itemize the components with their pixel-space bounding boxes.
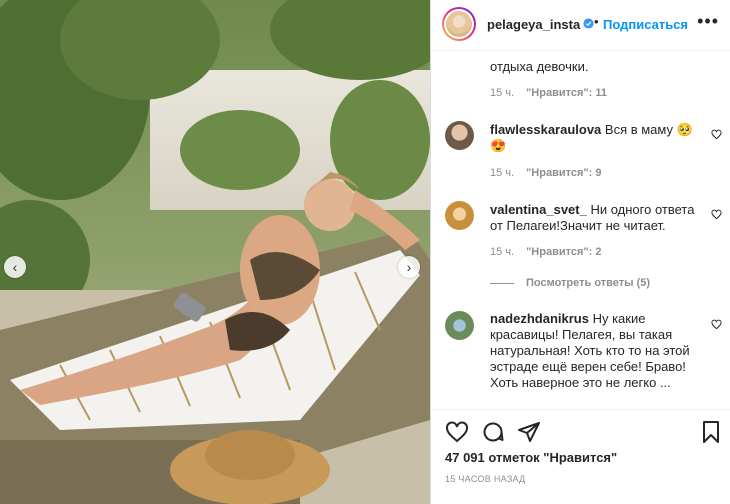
comment-meta: 15 ч. "Нравится": 2 <box>490 246 602 258</box>
post-actions <box>431 409 730 450</box>
beach-lounger-photo <box>0 0 430 504</box>
heart-icon[interactable] <box>711 319 722 330</box>
post-sidebar: pelageya_insta • Подписаться ••• отдыха … <box>430 0 730 504</box>
bookmark-icon[interactable] <box>699 420 723 444</box>
author-avatar[interactable] <box>442 7 476 41</box>
comments-list[interactable]: отдыха девочки. 15 ч. "Нравится": 11 flaw… <box>431 51 730 409</box>
commenter-avatar[interactable] <box>445 311 474 340</box>
heart-icon[interactable] <box>711 129 722 140</box>
view-replies-button[interactable]: Посмотреть ответы (5) <box>490 277 650 289</box>
avatar-image <box>446 11 472 37</box>
comment-text: отдыха девочки. <box>490 59 589 74</box>
commenter-username[interactable]: valentina_svet_ <box>490 202 587 217</box>
comment-likes[interactable]: "Нравится": 11 <box>526 87 607 99</box>
comment-time: 15 ч. <box>490 87 515 99</box>
like-heart-icon[interactable] <box>445 420 469 444</box>
comment-meta: 15 ч. "Нравится": 9 <box>490 167 602 179</box>
commenter-username[interactable]: nadezhdanikrus <box>490 311 589 326</box>
comment-text: flawlesskaraulova Вся в маму 🥺 😍 <box>490 122 693 153</box>
previous-photo-button[interactable]: ‹ <box>4 256 26 278</box>
separator-dot: • <box>594 14 599 29</box>
comment-meta: 15 ч. "Нравится": 11 <box>490 87 607 99</box>
replies-divider <box>490 282 514 284</box>
post-timestamp[interactable]: 15 ЧАСОВ НАЗАД <box>445 474 526 484</box>
verified-badge-icon <box>583 18 594 29</box>
commenter-avatar[interactable] <box>445 201 474 230</box>
heart-icon[interactable] <box>711 209 722 220</box>
comment-text: valentina_svet_ Ни одного ответа от Пелаг… <box>490 202 695 233</box>
comment-icon[interactable] <box>481 420 505 444</box>
author-username[interactable]: pelageya_insta <box>487 17 580 32</box>
more-options-button[interactable]: ••• <box>697 11 719 32</box>
likes-count[interactable]: 47 091 отметок "Нравится" <box>445 450 617 465</box>
comment-text: nadezhdanikrus Ну какие красавицы! Пелаге… <box>490 311 690 390</box>
commenter-username[interactable]: flawlesskaraulova <box>490 122 601 137</box>
chevron-right-icon: › <box>406 259 412 275</box>
chevron-left-icon: ‹ <box>12 259 18 275</box>
post-header: pelageya_insta • Подписаться ••• <box>431 0 730 51</box>
follow-button[interactable]: Подписаться <box>603 17 688 32</box>
post-photo[interactable]: ‹ › <box>0 0 430 504</box>
commenter-avatar[interactable] <box>445 121 474 150</box>
next-photo-button[interactable]: › <box>398 256 420 278</box>
share-icon[interactable] <box>517 420 541 444</box>
